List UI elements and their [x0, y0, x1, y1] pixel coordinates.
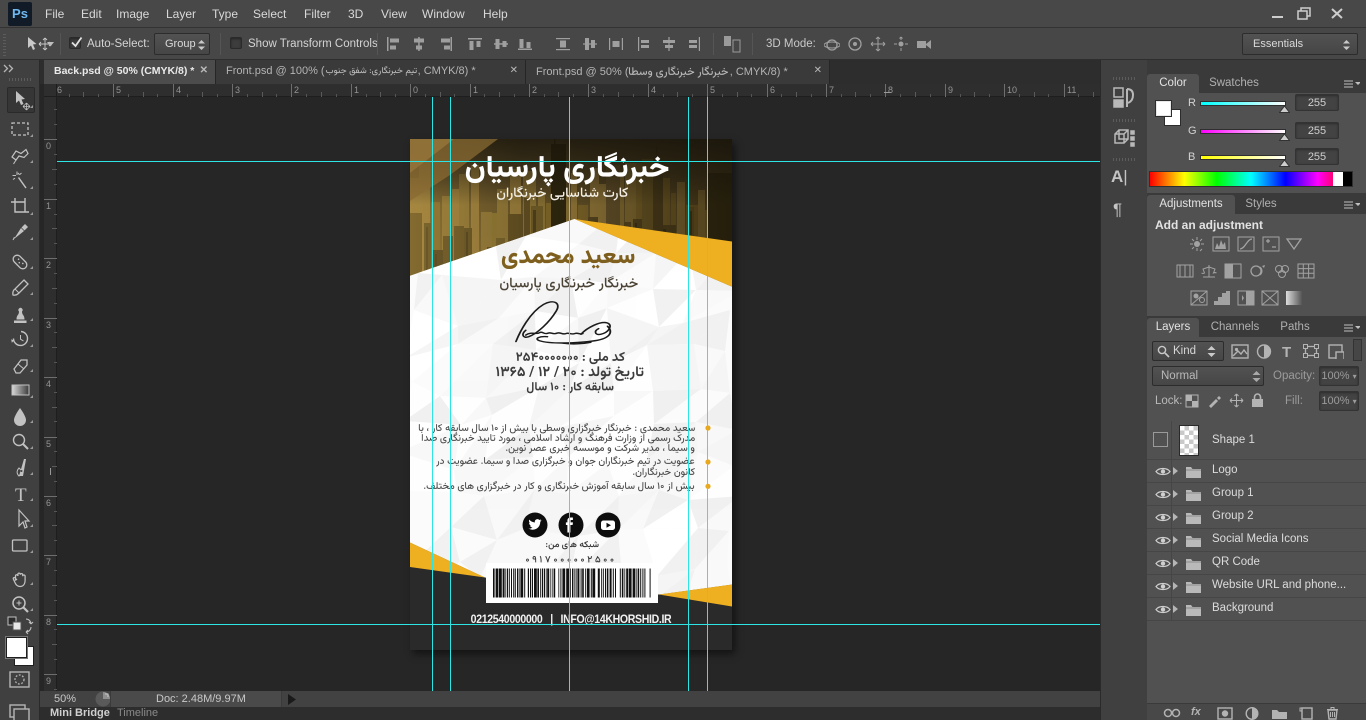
svg-text:T: T — [1282, 344, 1291, 359]
svg-text:T: T — [15, 485, 27, 505]
